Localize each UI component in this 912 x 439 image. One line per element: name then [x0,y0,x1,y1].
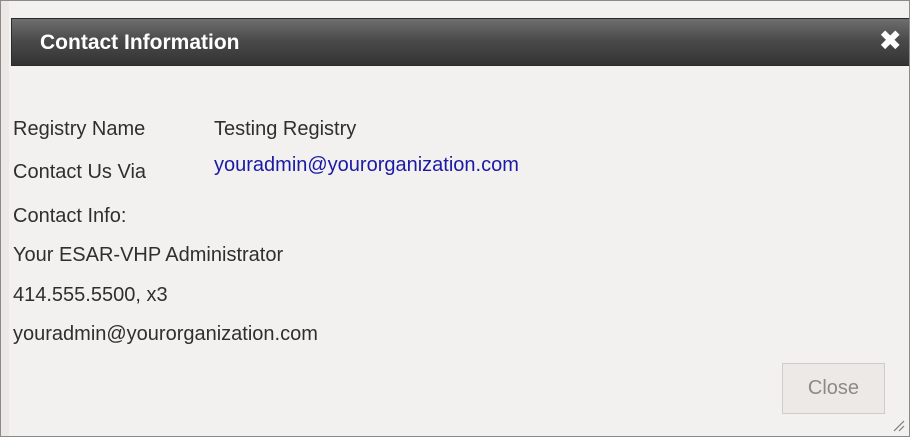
contact-info-name: Your ESAR-VHP Administrator [13,244,284,266]
dialog-title: Contact Information [40,31,240,54]
contact-email-link[interactable]: youradmin@yourorganization.com [214,154,519,177]
registry-name-value: Testing Registry [214,118,357,140]
close-button[interactable]: Close [782,363,885,414]
contact-information-dialog: Contact Information ✖ Registry Name Test… [0,0,910,437]
contact-info-phone: 414.555.5500, x3 [13,284,168,306]
close-icon[interactable]: ✖ [879,25,902,57]
contact-info-label: Contact Info: [13,205,127,227]
dialog-title-bar[interactable]: Contact Information ✖ [11,18,909,66]
contact-via-label: Contact Us Via [13,161,147,183]
contact-info-email: youradmin@yourorganization.com [13,323,318,345]
registry-name-label: Registry Name [13,118,146,140]
resize-grip-icon[interactable] [891,418,905,432]
